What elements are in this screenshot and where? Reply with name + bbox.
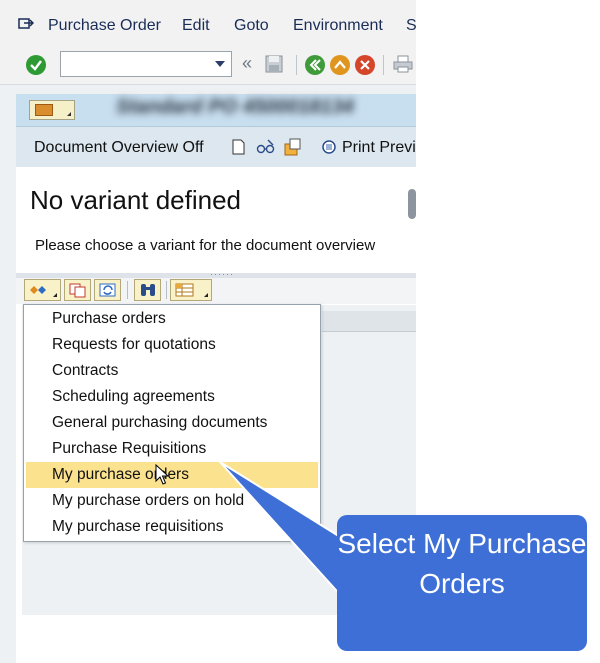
callout-text: Select My Purchase Orders bbox=[337, 528, 587, 599]
